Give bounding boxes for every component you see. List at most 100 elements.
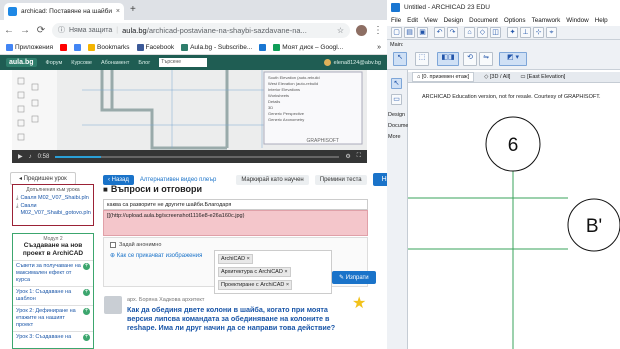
menu-edit[interactable]: Edit (407, 17, 418, 24)
guide-icon[interactable]: ⊹ (533, 27, 544, 38)
lesson-item[interactable]: Урок 1: Създаване на шаблон + (13, 286, 93, 305)
snap-icon[interactable]: ⌖ (546, 27, 557, 38)
file-link[interactable]: ⤓ Свали M02_V07_Shaibi_gotovo.pln (16, 203, 91, 217)
menu-view[interactable]: View (424, 17, 438, 24)
user-avatar (323, 59, 331, 66)
nav-courses[interactable]: Курсове (71, 60, 92, 66)
more-bookmarks-icon[interactable]: » (377, 44, 381, 51)
play-icon[interactable]: ▶ (18, 153, 23, 160)
download-icon: ⤓ (16, 203, 19, 209)
tab-3d[interactable]: ◇ [3D / All] (484, 74, 510, 80)
back-button[interactable]: ‹ Назад (103, 174, 134, 185)
lesson-item[interactable]: Съвети за получаване на максимален ефект… (13, 260, 93, 286)
menu-dots-icon[interactable]: ⋮ (373, 25, 383, 36)
reload-icon[interactable]: ⟳ (36, 25, 46, 36)
tab-elevation[interactable]: ▭ [East Elevation] (520, 74, 565, 80)
fullscreen-icon[interactable]: ⛶ (357, 153, 361, 160)
star-icon[interactable]: ★ (352, 296, 368, 312)
site-header: aula.bg Форум Курсове Абонамент Блог Тър… (0, 55, 387, 70)
bookmark-item[interactable]: Bookmarks (88, 43, 130, 51)
bookmark-icon (60, 43, 68, 51)
forward-icon[interactable]: → (20, 25, 30, 36)
toolbox-more[interactable]: More (388, 134, 401, 140)
lesson-item[interactable]: Урок 3: Създаване на + (13, 331, 93, 343)
tab-floor-plan[interactable]: ⌂ [0. приземен етаж] (412, 72, 475, 82)
new-file-icon[interactable]: ▢ (391, 27, 402, 38)
bookmark-item[interactable] (259, 43, 267, 51)
url-input[interactable]: ⓘ Няма защита | aula.bg/archicad-postavi… (52, 22, 350, 38)
menu-document[interactable]: Document (469, 17, 498, 24)
mirror-icon[interactable]: ⇋ (479, 52, 493, 66)
menu-options[interactable]: Options (504, 17, 526, 24)
user-menu[interactable]: elena8124@abv.bg (323, 59, 381, 66)
menu-design[interactable]: Design (444, 17, 464, 24)
3d-window-icon[interactable]: ◇ (477, 27, 488, 38)
tags-input[interactable]: ArchiCAD × Архитектура с ArchiCAD × Прое… (214, 250, 332, 294)
nav-forum[interactable]: Форум (46, 60, 63, 66)
bookmark-item[interactable] (60, 43, 68, 51)
selection-method-icon[interactable]: ◧◨ (437, 52, 459, 66)
tag[interactable]: ArchiCAD × (218, 254, 253, 264)
magic-wand-icon[interactable]: ✦ (507, 27, 518, 38)
menu-help[interactable]: Help (595, 17, 608, 24)
tag[interactable]: Архитектура с ArchiCAD × (218, 267, 291, 277)
bookmark-item[interactable]: Facebook (136, 43, 174, 51)
bookmark-item[interactable]: Aula.bg - Subscribe... (181, 43, 252, 51)
video-time: 0:58 (37, 153, 50, 160)
pointer-tool-icon[interactable]: ↖ (391, 78, 402, 89)
bookmark-item[interactable]: Моят диск – Googl... (273, 43, 343, 51)
site-logo[interactable]: aula.bg (6, 58, 37, 67)
plus-icon: + (83, 289, 90, 296)
security-label: Няма защита (69, 26, 113, 34)
menu-teamwork[interactable]: Teamwork (532, 17, 561, 24)
question-link[interactable]: Как да обединя двете колони в шайба, ког… (127, 305, 352, 332)
rotate-icon[interactable]: ⟲ (463, 52, 477, 66)
open-file-icon[interactable]: ▤ (404, 27, 415, 38)
howto-images-link[interactable]: ⊕ Как се прикачват изображения (110, 252, 202, 259)
video-brand: GRAPHISOFT (306, 138, 339, 144)
section-icon[interactable]: ◫ (490, 27, 501, 38)
address-bar: ← → ⟳ ⓘ Няма защита | aula.bg/archicad-p… (0, 20, 387, 40)
browser-tab[interactable]: archicad: Поставяне на шайби × (4, 3, 124, 20)
marquee-tool-icon[interactable]: ▭ (391, 94, 402, 105)
education-watermark: ARCHICAD Education version, not for resa… (422, 94, 601, 100)
marquee-icon[interactable]: ⬚ (415, 52, 429, 66)
anonymous-checkbox[interactable]: Задай анонимно (110, 242, 161, 248)
svg-text:Generic Perspective: Generic Perspective (268, 111, 305, 116)
alt-player-link[interactable]: Алтернативен видео плеър (140, 177, 216, 183)
tab-close-icon[interactable]: × (116, 8, 120, 15)
nav-blog[interactable]: Блог (138, 60, 150, 66)
back-icon[interactable]: ← (4, 25, 14, 36)
bookmark-star-icon[interactable]: ☆ (337, 26, 344, 35)
bookmark-item[interactable]: Приложения (6, 43, 53, 51)
mark-learned-button[interactable]: Маркирай като научен (236, 174, 309, 185)
bookmark-item[interactable] (74, 43, 82, 51)
volume-icon[interactable]: ♪ (29, 154, 32, 160)
drawing-canvas[interactable]: 6 B' (408, 84, 620, 349)
gravity-icon[interactable]: ⊥ (520, 27, 531, 38)
file-link[interactable]: ⤓ Сваля M02_V07_Shaibi.pln (16, 195, 90, 202)
video-progress-bar[interactable] (55, 155, 340, 158)
info-icon[interactable]: ⓘ (58, 25, 65, 35)
geometry-method-icon[interactable]: ◩ ▾ (499, 52, 527, 66)
nav-subscription[interactable]: Абонамент (101, 60, 129, 66)
menu-window[interactable]: Window (566, 17, 588, 24)
profile-avatar[interactable] (356, 24, 367, 36)
take-test-button[interactable]: Премини теста (314, 174, 367, 185)
bookmark-icon (6, 43, 13, 51)
settings-icon[interactable]: ⚙ (345, 153, 350, 160)
submit-button[interactable]: ✎ Изпрати (332, 271, 376, 284)
toolbox-design[interactable]: Design (388, 112, 405, 118)
floor-plan-icon[interactable]: ⌂ (464, 27, 475, 38)
site-search-input[interactable]: Търсене (159, 58, 208, 67)
redo-icon[interactable]: ↷ (447, 27, 458, 38)
menu-file[interactable]: File (391, 17, 401, 24)
undo-icon[interactable]: ↶ (434, 27, 445, 38)
new-tab-button[interactable]: + (130, 4, 136, 15)
save-icon[interactable]: ▣ (417, 27, 428, 38)
lesson-item[interactable]: Урок 2: Дефиниране на етажите на нашият … (13, 305, 93, 331)
question-body-input[interactable]: [[(http://upload.aula.bg/screenshot1116e… (103, 210, 368, 236)
arrow-tool-icon[interactable]: ↖ (393, 52, 407, 66)
question-title-input[interactable]: каква са разворите не другите шайби.Благ… (103, 199, 368, 210)
tag[interactable]: Проектиране с ArchiCAD × (218, 280, 293, 290)
